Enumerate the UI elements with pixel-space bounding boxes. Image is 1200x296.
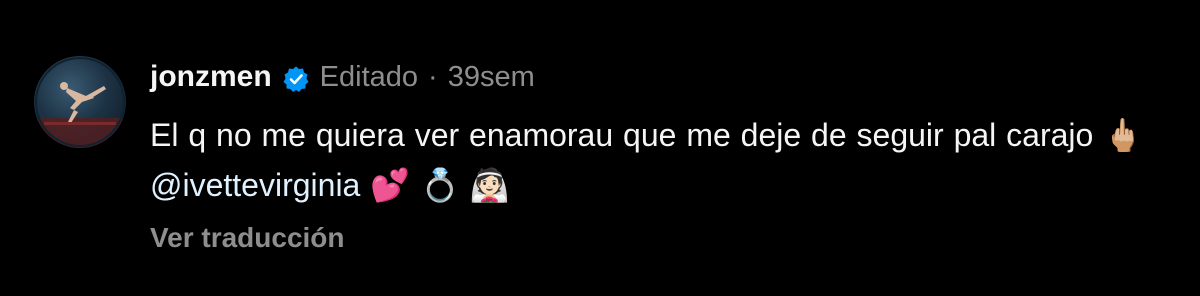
comment-content: jonzmen Editado · 39sem El q no me quier… [150, 56, 1180, 210]
comment-text-main: El q no me quiera ver enamorau que me de… [150, 117, 1094, 153]
middle-finger-emoji: 🖕🏼 [1103, 117, 1144, 153]
comment-text: El q no me quiera ver enamorau que me de… [150, 110, 1180, 210]
mention-link[interactable]: @ivettevirginia [150, 167, 360, 203]
verified-badge-icon [282, 63, 310, 92]
username-link[interactable]: jonzmen [150, 56, 272, 98]
comment-header: jonzmen Editado · 39sem [150, 56, 1180, 98]
edited-label: Editado [319, 61, 419, 93]
avatar[interactable] [34, 56, 126, 148]
meta-separator: · [428, 61, 438, 93]
see-translation-button[interactable]: Ver traducción [150, 222, 345, 254]
comment-item: jonzmen Editado · 39sem El q no me quier… [0, 0, 1200, 296]
timestamp[interactable]: 39sem [448, 56, 535, 98]
bride-emoji: 👰🏻 [469, 167, 510, 203]
ring-emoji: 💍 [419, 167, 460, 203]
two-hearts-emoji: 💕 [370, 167, 411, 203]
avatar-image [34, 57, 126, 148]
